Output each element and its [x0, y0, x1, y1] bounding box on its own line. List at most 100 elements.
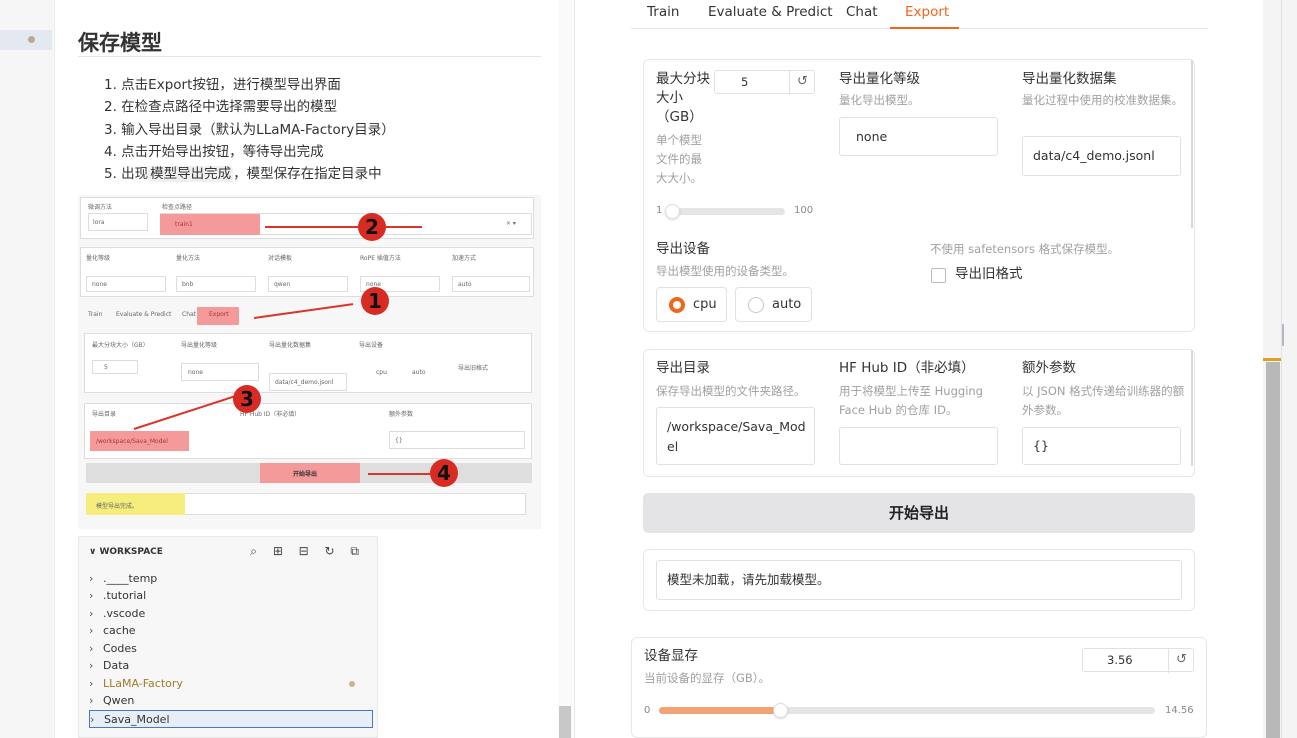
shot-tab-train: Train [88, 311, 103, 318]
export-quant-dataset-label: 导出量化数据集 [1022, 71, 1117, 87]
export-dir-value-line2: el [667, 439, 679, 454]
shot-accel-value: auto [458, 281, 472, 288]
export-dir-input[interactable]: /workspace/Sava_Mod el [656, 407, 815, 465]
gpu-memory-input[interactable]: 3.56 ↺ [1082, 648, 1194, 673]
chevron-right-icon: › [89, 642, 94, 655]
outline-pane [0, 0, 55, 738]
shot-finetune-value: lora [93, 219, 105, 226]
explorer-item[interactable]: › LLaMA-Factory [89, 675, 373, 693]
slider-thumb[interactable] [665, 204, 680, 219]
radio-unselected-icon [748, 297, 764, 313]
tab-train[interactable]: Train [647, 4, 679, 20]
step-item: 5. 出现 模型导出完成 ，模型保存在指定目录中 [104, 163, 395, 185]
reset-icon[interactable]: ↺ [1168, 649, 1194, 673]
doc-heading: 保存模型 [78, 31, 162, 55]
shot-size-value: 5 [104, 364, 108, 371]
export-quant-dataset-input[interactable]: data/c4_demo.jsonl [1022, 136, 1181, 176]
panel-scrollbar[interactable] [1191, 60, 1193, 228]
max-shard-value: 5 [741, 75, 749, 89]
shot-template-value: qwen [274, 281, 291, 288]
panel2-scrollbar[interactable] [1191, 350, 1193, 466]
explorer-item[interactable]: › .tutorial [89, 587, 373, 605]
modified-dot-icon [349, 681, 355, 687]
step5-prefix: 5. 出现 [104, 166, 149, 183]
annotation-arrow-2 [265, 226, 422, 228]
shot-ckpt-value: train1 [175, 221, 193, 228]
tab-chat[interactable]: Chat [846, 4, 878, 20]
export-dir-info: 保存导出模型的文件夹路径。 [656, 384, 806, 398]
legacy-checkbox[interactable] [931, 268, 946, 283]
page-scrollbar-thumb[interactable] [1266, 362, 1280, 738]
tab-export[interactable]: Export [905, 4, 949, 20]
step-item: 3. 输入导出目录（默认为LLaMA-Factory目录） [104, 121, 395, 138]
explorer-item-selected[interactable]: › Sava_Model [89, 710, 373, 728]
explorer-item[interactable]: › Codes [89, 640, 373, 658]
gpu-memory-label: 设备显存 [644, 648, 698, 664]
shot-qmethod-label: 量化方法 [176, 255, 201, 262]
reset-icon[interactable]: ↺ [789, 71, 815, 95]
steps-list: 1. 点击Export按钮，进行模型导出界面 2. 在检查点路径中选择需要导出的… [104, 74, 395, 185]
shot-eq-label: 导出量化等级 [181, 342, 218, 349]
explorer-item[interactable]: › .____temp [89, 570, 373, 588]
extra-args-input[interactable]: {} [1022, 427, 1181, 465]
explorer-item[interactable]: › Qwen [89, 692, 373, 710]
outline-active-item[interactable] [0, 30, 52, 50]
shot-tab-export: Export [209, 311, 229, 318]
heading-rule [78, 56, 541, 57]
shot-rope-label: RoPE 插值方法 [360, 255, 401, 262]
step-badge-2: 2 [358, 213, 386, 241]
annotation-arrow-1 [253, 303, 354, 319]
annotation-arrow-4 [368, 473, 430, 475]
explorer-title: ∨ WORKSPACE [89, 547, 163, 557]
shot-extra-field [389, 431, 525, 449]
export-quant-bit-dropdown[interactable]: none [839, 117, 998, 156]
shot-extra-value: {} [395, 437, 403, 444]
start-export-button[interactable]: 开始导出 [643, 493, 1195, 533]
explorer-item[interactable]: › cache [89, 622, 373, 640]
max-shard-input[interactable]: 5 ↺ [714, 70, 815, 95]
shot-tab-chat: Chat [182, 311, 197, 318]
slider-thumb[interactable] [773, 703, 788, 718]
explorer-item[interactable]: › Data [89, 657, 373, 675]
chevron-right-icon: › [89, 589, 94, 602]
chevron-right-icon: › [90, 713, 95, 726]
export-device-info: 导出模型使用的设备类型。 [656, 264, 794, 278]
explorer-item[interactable]: › .vscode [89, 605, 373, 623]
extra-args-label: 额外参数 [1022, 360, 1076, 376]
gpu-slider-min-label: 0 [644, 705, 651, 716]
tab-evaluate-predict[interactable]: Evaluate & Predict [708, 4, 833, 20]
slider-fill [659, 707, 780, 714]
chevron-right-icon: › [89, 572, 94, 585]
shot-quant-value: none [92, 281, 107, 288]
chevron-right-icon: › [89, 694, 94, 707]
shot-size-label: 最大分块大小（GB） [92, 342, 149, 349]
gpu-memory-info: 当前设备的显存（GB）。 [644, 671, 771, 685]
step5-highlight: 模型导出完成 [148, 166, 234, 183]
shot-accel-label: 加速方式 [452, 255, 477, 262]
right-pane-handle[interactable] [1282, 324, 1284, 346]
shot-legacy: 导出旧格式 [458, 365, 489, 372]
hub-id-label: HF Hub ID（非必填） [839, 360, 975, 376]
step-item: 1. 点击Export按钮，进行模型导出界面 [104, 77, 341, 93]
doc-scrollbar-track[interactable] [558, 0, 572, 738]
gpu-memory-slider[interactable] [659, 703, 1155, 718]
chevron-right-icon: › [89, 677, 94, 690]
shot-extra-label: 额外参数 [389, 411, 414, 418]
max-shard-slider[interactable] [665, 204, 785, 219]
output-box[interactable]: 模型未加载，请先加载模型。 [656, 560, 1182, 600]
step-badge-4: 4 [430, 459, 458, 487]
explorer-screenshot: ∨ WORKSPACE ⌕ ⊞ ⊟ ↻ ⧉ › .____temp › .tutor… [78, 536, 378, 738]
doc-scrollbar-thumb[interactable] [559, 706, 571, 738]
step-item: 4. 点击开始导出按钮，等待导出完成 [104, 143, 324, 160]
right-divider [1281, 0, 1282, 738]
step-badge-3: 3 [233, 385, 261, 413]
export-quant-bit-info: 量化导出模型。 [839, 93, 920, 107]
device-radio-auto[interactable]: auto [735, 287, 812, 322]
shot-dir-label: 导出目录 [92, 411, 117, 418]
radio-selected-icon [669, 297, 685, 313]
gpu-memory-value: 3.56 [1107, 653, 1133, 667]
tab-active-indicator [890, 27, 959, 29]
export-dir-label: 导出目录 [656, 360, 710, 376]
hub-id-input[interactable] [839, 427, 998, 465]
device-radio-cpu[interactable]: cpu [656, 287, 727, 322]
